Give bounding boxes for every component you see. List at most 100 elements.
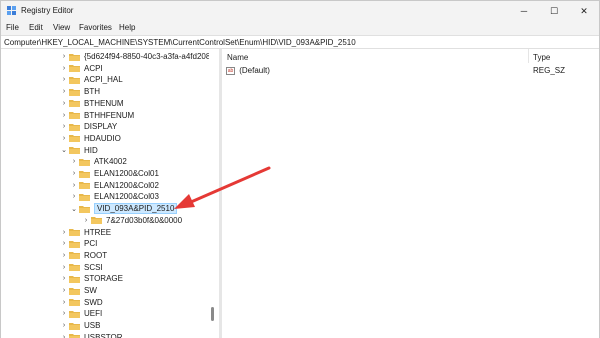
tree-item-label: STORAGE [84,274,123,284]
chevron-right-icon[interactable]: › [59,123,69,130]
chevron-right-icon[interactable]: › [59,275,69,282]
folder-icon [69,134,80,143]
registry-editor-window: Registry Editor ─ ☐ ✕ File Edit View Fav… [0,0,600,338]
chevron-right-icon[interactable]: › [69,170,79,177]
tree-item-label: ELAN1200&Col01 [94,169,159,178]
folder-icon [69,275,80,283]
tree-item[interactable]: › 7&27d03b0f&0&0000 [81,215,182,226]
chevron-right-icon[interactable]: › [59,112,69,119]
column-divider[interactable] [528,49,529,63]
tree-item-label: ELAN1200&Col02 [94,180,159,190]
chevron-down-icon[interactable]: ⌄ [59,146,69,154]
menu-favorites[interactable]: Favorites [79,23,112,32]
chevron-down-icon[interactable]: ⌄ [69,205,79,213]
tree-item[interactable]: ⌄ HID [59,145,98,156]
tree-item[interactable]: › HDAUDIO [59,133,121,144]
folder-icon [69,287,80,295]
tree-item-label: {5d624f94-8850-40c3-a3fa-a4fd208 [84,52,211,61]
value-row[interactable]: ab (Default) [226,66,270,75]
tree-item[interactable]: › HTREE [59,227,111,238]
tree-item[interactable]: › SWD [59,297,103,308]
tree-scrollbar-thumb[interactable] [211,307,214,321]
tree-item[interactable]: › BTHENUM [59,98,124,109]
chevron-right-icon[interactable]: › [59,299,69,306]
tree-item[interactable]: ⌄ VID_093A&PID_2510 [69,203,178,215]
minimize-button[interactable]: ─ [509,1,539,21]
folder-icon [69,310,80,318]
column-header-type[interactable]: Type [533,53,550,62]
tree-item[interactable]: › PCI [59,238,98,249]
address-bar[interactable]: Computer\HKEY_LOCAL_MACHINE\SYSTEM\Curre… [1,35,599,49]
title-bar: Registry Editor ─ ☐ ✕ [1,1,599,21]
chevron-right-icon[interactable]: › [59,252,69,259]
chevron-right-icon[interactable]: › [59,135,69,142]
tree-item[interactable]: › USB [59,320,101,331]
tree-item-label: SW [84,286,97,295]
folder-icon [79,181,90,190]
tree-item[interactable]: › {5d624f94-8850-40c3-a3fa-a4fd208 [59,51,211,62]
registry-tree[interactable]: › {5d624f94-8850-40c3-a3fa-a4fd208 › ACPI › A… [1,49,219,338]
tree-item[interactable]: › BTHHFENUM [59,110,134,121]
tree-item-label: USBSTOR [84,332,123,338]
tree-item-label: 7&27d03b0f&0&0000 [106,215,183,225]
tree-item[interactable]: › ACPI_HAL [59,74,123,85]
tree-item[interactable]: › ACPI [59,63,103,74]
tree-item-label: VID_093A&PID_2510 [94,203,178,215]
tree-item-label: BTHENUM [84,98,124,108]
maximize-button[interactable]: ☐ [539,1,569,21]
tree-item[interactable]: › ATK4002 [69,156,127,167]
tree-item[interactable]: › ROOT [59,250,107,261]
folder-icon [69,123,80,131]
tree-item[interactable]: › STORAGE [59,273,123,284]
chevron-right-icon[interactable]: › [59,287,69,294]
tree-item-label: ACPI_HAL [84,75,123,85]
tree-scrollbar[interactable] [209,49,217,338]
chevron-right-icon[interactable]: › [69,193,79,200]
folder-icon [69,240,80,248]
menu-help[interactable]: Help [119,23,135,32]
chevron-right-icon[interactable]: › [59,76,69,83]
tree-item[interactable]: › ELAN1200&Col02 [69,180,159,191]
tree-item[interactable]: › BTH [59,86,100,97]
chevron-right-icon[interactable]: › [59,53,69,60]
tree-item[interactable]: › ELAN1200&Col01 [69,168,159,179]
chevron-right-icon[interactable]: › [59,229,69,236]
tree-item-label: ROOT [84,250,108,260]
chevron-right-icon[interactable]: › [69,158,79,165]
tree-item-label: DISPLAY [84,122,118,132]
chevron-right-icon[interactable]: › [69,182,79,189]
tree-item[interactable]: › USBSTOR [59,332,123,338]
tree-item[interactable]: › SW [59,285,97,296]
chevron-right-icon[interactable]: › [59,310,69,317]
tree-item-label: ACPI [84,63,103,73]
chevron-right-icon[interactable]: › [59,264,69,271]
tree-item-label: SWD [84,297,103,307]
chevron-right-icon[interactable]: › [59,240,69,247]
chevron-right-icon[interactable]: › [59,322,69,329]
menu-view[interactable]: View [53,23,70,32]
close-button[interactable]: ✕ [569,1,599,21]
folder-icon [69,251,80,260]
tree-item[interactable]: › SCSI [59,262,103,273]
folder-icon [69,333,80,338]
tree-item-label: PCI [84,239,98,249]
menu-bar: File Edit View Favorites Help [1,21,599,35]
values-list: Name Type ab (Default) REG_SZ [222,49,599,338]
chevron-right-icon[interactable]: › [59,100,69,107]
folder-icon [69,146,80,155]
value-type: REG_SZ [533,66,566,75]
chevron-right-icon[interactable]: › [59,65,69,72]
chevron-right-icon[interactable]: › [81,217,91,224]
chevron-right-icon[interactable]: › [59,88,69,95]
tree-item[interactable]: › UEFI [59,308,102,319]
tree-item[interactable]: › ELAN1200&Col03 [69,191,159,202]
tree-item-label: USB [84,321,101,331]
tree-item[interactable]: › DISPLAY [59,121,117,132]
tree-item-label: SCSI [84,262,103,272]
chevron-right-icon[interactable]: › [59,334,69,338]
column-header-name[interactable]: Name [227,53,248,62]
menu-file[interactable]: File [6,23,19,32]
tree-item-label: BTHHFENUM [84,110,135,120]
folder-icon [69,99,80,108]
menu-edit[interactable]: Edit [29,23,43,32]
